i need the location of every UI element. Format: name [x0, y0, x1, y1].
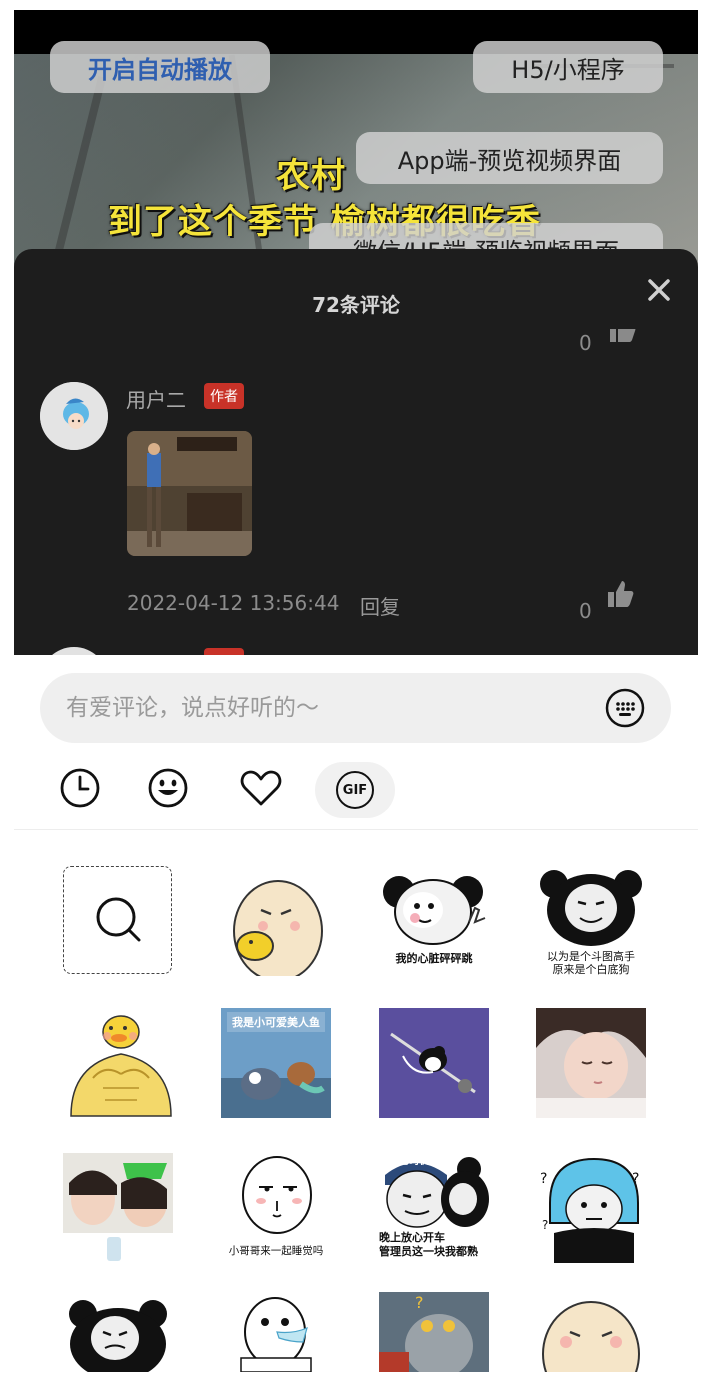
sticker-two-girls[interactable]	[63, 1153, 173, 1263]
sticker-panda-angry[interactable]	[63, 1292, 173, 1372]
keyboard-icon[interactable]	[605, 688, 645, 728]
svg-text:?: ?	[540, 1171, 547, 1187]
phone-screen: 农村 到了这个季节 榆树都很吃香 开启自动播放 H5/小程序 App端-预览视频…	[14, 10, 698, 1382]
svg-text:?: ?	[542, 1218, 548, 1232]
sticker-egg-smirk[interactable]	[536, 1292, 646, 1372]
video-caption-line1: 农村	[276, 156, 346, 196]
app-preview-button[interactable]: App端-预览视频界面	[356, 132, 663, 184]
comment-time: 2022-04-12 13:56:44	[127, 591, 340, 615]
h5-miniprogram-button[interactable]: H5/小程序	[473, 41, 663, 93]
svg-text:?: ?	[632, 1171, 639, 1187]
sticker-muscle-duck[interactable]	[63, 1008, 173, 1118]
sticker-old-driver[interactable]: 老司机 晚上放心开车 管理员这一块我都熟	[379, 1153, 489, 1263]
reply-button[interactable]: 回复	[360, 591, 400, 620]
comment-input-bar	[40, 673, 671, 743]
recent-icon	[59, 767, 101, 813]
next-author-badge: 作者	[204, 648, 244, 655]
tab-gif[interactable]: GIF	[315, 762, 395, 818]
comment-sheet: 72条评论 0 用户二 作者 2022-04-12 13:56:44 回复 0	[14, 249, 698, 655]
sticker-sleepy-girl[interactable]	[536, 1008, 646, 1118]
sticker-cute-mermaid[interactable]: 我是小可爱美人鱼	[221, 1008, 331, 1118]
sticker-panda-dougu[interactable]: 以为是个斗图高手 原来是个白底狗	[536, 866, 646, 976]
prev-like-count: 0	[579, 331, 592, 355]
sticker-egg-duck[interactable]	[221, 866, 331, 976]
sticker-caption: 管理员这一块我都熟	[379, 1245, 478, 1258]
tab-divider	[14, 829, 698, 830]
like-count: 0	[579, 599, 592, 623]
thumb-up-icon[interactable]	[606, 579, 636, 609]
comment-count-title: 72条评论	[312, 293, 400, 317]
sticker-ultraman[interactable]: ?	[379, 1292, 489, 1372]
autoplay-button[interactable]: 开启自动播放	[50, 41, 270, 93]
heart-icon	[239, 768, 283, 812]
next-commenter-avatar[interactable]	[40, 647, 108, 655]
sticker-snot-face[interactable]	[221, 1292, 331, 1372]
sticker-caption: 我的心脏砰砰跳	[395, 952, 473, 965]
sticker-caption: 原来是个白底狗	[552, 963, 630, 976]
search-icon	[96, 897, 141, 942]
gif-icon: GIF	[336, 771, 374, 809]
sticker-caption: 老司机	[399, 1156, 429, 1167]
sticker-sleep-invite[interactable]: 小哥哥来一起睡觉吗	[221, 1153, 331, 1263]
sticker-caption: 晚上放心开车	[379, 1231, 445, 1244]
commenter-name[interactable]: 用户二	[126, 384, 186, 413]
sticker-caption: 小哥哥来一起睡觉吗	[228, 1245, 324, 1257]
author-badge: 作者	[204, 383, 244, 409]
svg-text:?: ?	[415, 1293, 424, 1312]
close-icon[interactable]	[644, 275, 674, 305]
comment-input[interactable]	[66, 673, 586, 743]
sticker-search-button[interactable]	[63, 866, 172, 974]
sticker-penguin-spear[interactable]	[379, 1008, 489, 1118]
tab-favorites[interactable]	[221, 762, 301, 818]
sticker-panda-heartbeat[interactable]: 我的心脏砰砰跳	[379, 866, 489, 976]
commenter-avatar[interactable]	[40, 382, 108, 450]
tab-emoji[interactable]	[128, 762, 208, 818]
comment-image[interactable]	[127, 431, 252, 556]
sticker-caption: 我是小可爱美人鱼	[232, 1016, 320, 1029]
emoji-icon	[147, 767, 189, 813]
prev-thumb-up-icon[interactable]	[607, 329, 637, 343]
tab-recent[interactable]	[40, 762, 120, 818]
sticker-caption: 以为是个斗图高手	[547, 950, 635, 963]
sticker-blue-hood-panda[interactable]: ? ? ?	[536, 1153, 646, 1263]
